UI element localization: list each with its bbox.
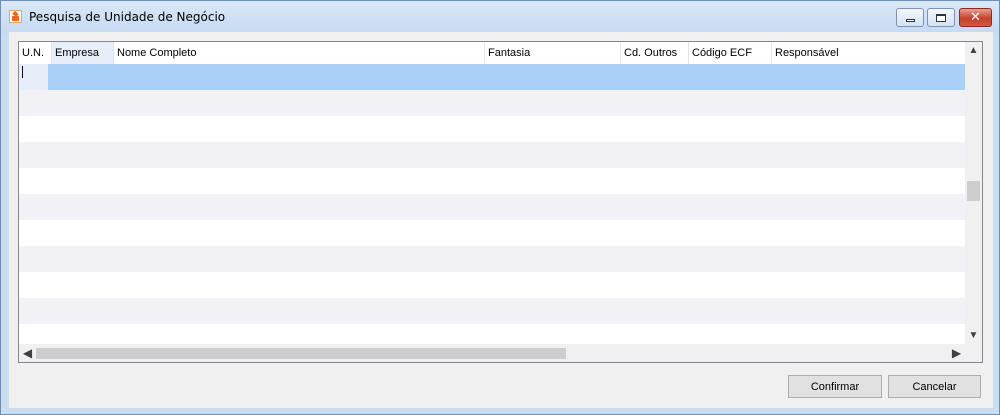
- scroll-down-icon[interactable]: ▼: [965, 327, 982, 344]
- dialog-body: U.N. Empresa Nome Completo Fantasia Cd. …: [9, 32, 993, 408]
- column-header-un[interactable]: U.N.: [19, 42, 52, 64]
- minimize-icon: [905, 19, 915, 22]
- dialog-window: Pesquisa de Unidade de Negócio ✕ U.N. Em…: [0, 0, 1000, 415]
- column-header-fantasia[interactable]: Fantasia: [485, 42, 621, 64]
- confirm-button[interactable]: Confirmar: [788, 375, 882, 398]
- table-row[interactable]: [19, 194, 965, 220]
- title-bar[interactable]: Pesquisa de Unidade de Negócio ✕: [1, 1, 999, 33]
- active-cell[interactable]: [19, 64, 48, 90]
- table-row-selected[interactable]: [19, 64, 965, 90]
- horizontal-scrollbar[interactable]: ◀ ▶: [19, 344, 965, 362]
- scroll-right-icon[interactable]: ▶: [948, 344, 965, 362]
- scroll-left-icon[interactable]: ◀: [19, 344, 36, 362]
- scroll-up-icon[interactable]: ▲: [965, 42, 982, 59]
- column-header-cd-outros[interactable]: Cd. Outros: [621, 42, 689, 64]
- text-caret: [22, 66, 23, 78]
- column-header-empresa[interactable]: Empresa: [52, 42, 114, 64]
- table-row[interactable]: [19, 220, 965, 246]
- scrollbar-corner: [965, 344, 982, 362]
- window-title: Pesquisa de Unidade de Negócio: [29, 10, 226, 24]
- minimize-button[interactable]: [896, 8, 924, 27]
- table-row[interactable]: [19, 168, 965, 194]
- close-button[interactable]: ✕: [959, 8, 992, 27]
- grid-header: U.N. Empresa Nome Completo Fantasia Cd. …: [19, 42, 965, 64]
- grid-rows: [19, 64, 965, 350]
- maximize-icon: [936, 13, 946, 22]
- column-header-codigo-ecf[interactable]: Código ECF: [689, 42, 772, 64]
- table-row[interactable]: [19, 298, 965, 324]
- column-header-nome-completo[interactable]: Nome Completo: [114, 42, 485, 64]
- table-row[interactable]: [19, 142, 965, 168]
- vertical-scrollbar[interactable]: ▲ ▼: [965, 42, 982, 344]
- column-header-responsavel[interactable]: Responsável: [772, 42, 965, 64]
- close-icon: ✕: [970, 10, 981, 25]
- table-row[interactable]: [19, 116, 965, 142]
- table-row[interactable]: [19, 246, 965, 272]
- table-row[interactable]: [19, 90, 965, 116]
- app-icon: [9, 10, 22, 23]
- maximize-button[interactable]: [927, 8, 955, 27]
- table-row[interactable]: [19, 272, 965, 298]
- cancel-button[interactable]: Cancelar: [888, 375, 981, 398]
- results-grid[interactable]: U.N. Empresa Nome Completo Fantasia Cd. …: [18, 41, 983, 363]
- horizontal-scroll-thumb[interactable]: [36, 348, 566, 359]
- vertical-scroll-thumb[interactable]: [967, 181, 980, 201]
